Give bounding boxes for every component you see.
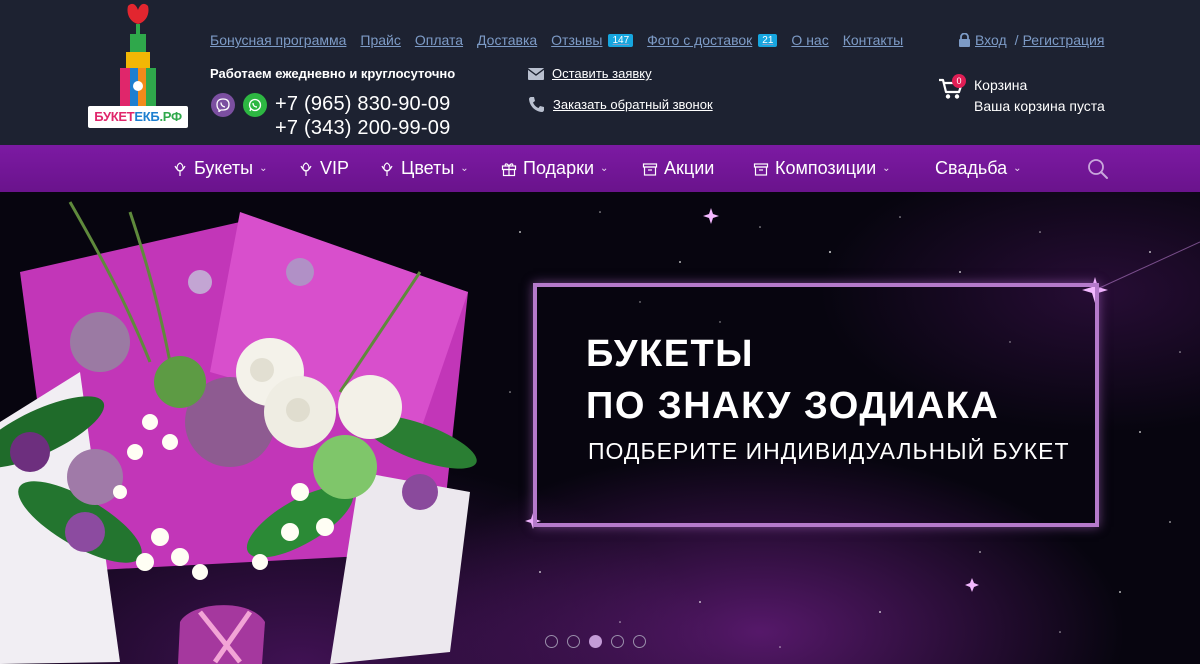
menu-item-gifts[interactable]: Подарки ⌄ — [501, 145, 608, 192]
site-logo[interactable]: БУКЕТЕКБ.РФ — [86, 2, 190, 142]
menu-item-promotions[interactable]: Акции — [642, 145, 714, 192]
hero-title-line2: ПО ЗНАКУ ЗОДИАКА — [586, 385, 1000, 427]
auth-separator: / — [1014, 32, 1019, 48]
nav-link-reviews-label: Отзывы — [551, 32, 603, 48]
messengers — [211, 93, 275, 117]
menu-item-label: Акции — [664, 158, 715, 178]
flower-icon — [174, 161, 186, 176]
menu-item-label: Цветы — [401, 158, 455, 178]
cart-count-badge: 0 — [952, 74, 966, 88]
phone-icon — [529, 97, 544, 112]
menu-item-label: Свадьба — [935, 158, 1008, 178]
menu-item-bouquets[interactable]: Букеты ⌄ — [172, 145, 267, 192]
nav-link-bonus[interactable]: Бонусная программа — [210, 32, 346, 48]
logo-text: БУКЕТЕКБ.РФ — [88, 106, 188, 128]
nav-link-about[interactable]: О нас — [791, 32, 828, 48]
nav-link-delivery-photos[interactable]: Фото с доставок 21 — [647, 32, 778, 48]
chevron-down-icon: ⌄ — [460, 163, 469, 174]
bouquet-image — [0, 201, 477, 664]
hero-banner[interactable]: БУКЕТЫ ПО ЗНАКУ ЗОДИАКА ПОДБЕРИТЕ ИНДИВИ… — [0, 192, 1200, 664]
menu-item-label: VIP — [320, 158, 350, 178]
envelope-icon — [528, 67, 544, 80]
slider-dot-active[interactable] — [589, 635, 602, 648]
working-hours: Работаем ежедневно и круглосуточно — [210, 66, 456, 81]
hero-title: БУКЕТЫ ПО ЗНАКУ ЗОДИАКА — [586, 328, 999, 432]
menu-item-label: Композиции — [775, 158, 877, 178]
photos-count-badge: 21 — [758, 33, 778, 47]
chevron-down-icon: ⌄ — [600, 163, 609, 174]
slider-dot[interactable] — [567, 635, 580, 648]
menu-item-compositions[interactable]: Композиции ⌄ — [753, 145, 891, 192]
phone-number-secondary[interactable]: +7 (343) 200-99-09 — [275, 117, 450, 140]
menu-item-label: Букеты — [194, 158, 254, 178]
slider-dot[interactable] — [633, 635, 646, 648]
auth-links: Вход / Регистрация — [958, 31, 1104, 49]
top-navigation: Бонусная программа Прайс Оплата Доставка… — [210, 31, 917, 49]
gift-icon — [501, 162, 517, 176]
menu-item-flowers[interactable]: Цветы ⌄ — [379, 145, 469, 192]
leave-request: Оставить заявку — [528, 66, 652, 81]
nav-link-delivery[interactable]: Доставка — [477, 32, 537, 48]
nav-link-reviews[interactable]: Отзывы 147 — [551, 32, 634, 48]
menu-item-vip[interactable]: VIP — [298, 145, 349, 192]
phone-number-primary[interactable]: +7 (965) 830-90-09 — [275, 93, 450, 116]
slider-pagination — [545, 635, 655, 648]
cart-widget[interactable]: 0 Корзина Ваша корзина пуста — [938, 74, 1118, 118]
cart-title: Корзина — [974, 77, 1028, 93]
nav-link-delivery-photos-label: Фото с доставок — [647, 32, 753, 48]
cart-status: Ваша корзина пуста — [974, 98, 1105, 114]
search-icon[interactable] — [1087, 158, 1109, 180]
nav-link-contacts[interactable]: Контакты — [843, 32, 903, 48]
flower-icon — [300, 161, 312, 176]
nav-link-payment[interactable]: Оплата — [415, 32, 463, 48]
leave-request-link[interactable]: Оставить заявку — [552, 66, 652, 81]
request-callback-link[interactable]: Заказать обратный звонок — [553, 97, 713, 112]
login-link[interactable]: Вход — [975, 32, 1007, 48]
menu-item-wedding[interactable]: Свадьба ⌄ — [935, 145, 1022, 192]
box-icon — [753, 162, 769, 176]
flower-icon — [381, 161, 393, 176]
logo-tower-icon — [120, 3, 156, 106]
whatsapp-icon[interactable] — [243, 93, 267, 117]
hero-title-line1: БУКЕТЫ — [586, 333, 754, 375]
chevron-down-icon: ⌄ — [1013, 163, 1022, 174]
slider-dot[interactable] — [611, 635, 624, 648]
chevron-down-icon: ⌄ — [259, 163, 268, 174]
site-header: БУКЕТЕКБ.РФ Бонусная программа Прайс Опл… — [0, 0, 1200, 145]
box-icon — [642, 162, 658, 176]
slider-dot[interactable] — [545, 635, 558, 648]
reviews-count-badge: 147 — [608, 33, 634, 47]
viber-icon[interactable] — [211, 93, 235, 117]
lock-icon — [959, 33, 970, 47]
request-callback: Заказать обратный звонок — [528, 96, 713, 113]
menu-item-label: Подарки — [523, 158, 595, 178]
chevron-down-icon: ⌄ — [882, 163, 891, 174]
hero-subtitle: ПОДБЕРИТЕ ИНДИВИДУАЛЬНЫЙ БУКЕТ — [588, 438, 1070, 464]
main-menu: Букеты ⌄ VIP Цветы ⌄ Подарки ⌄ Акции Композ… — [0, 145, 1200, 192]
nav-link-price[interactable]: Прайс — [360, 32, 400, 48]
register-link[interactable]: Регистрация — [1023, 32, 1105, 48]
